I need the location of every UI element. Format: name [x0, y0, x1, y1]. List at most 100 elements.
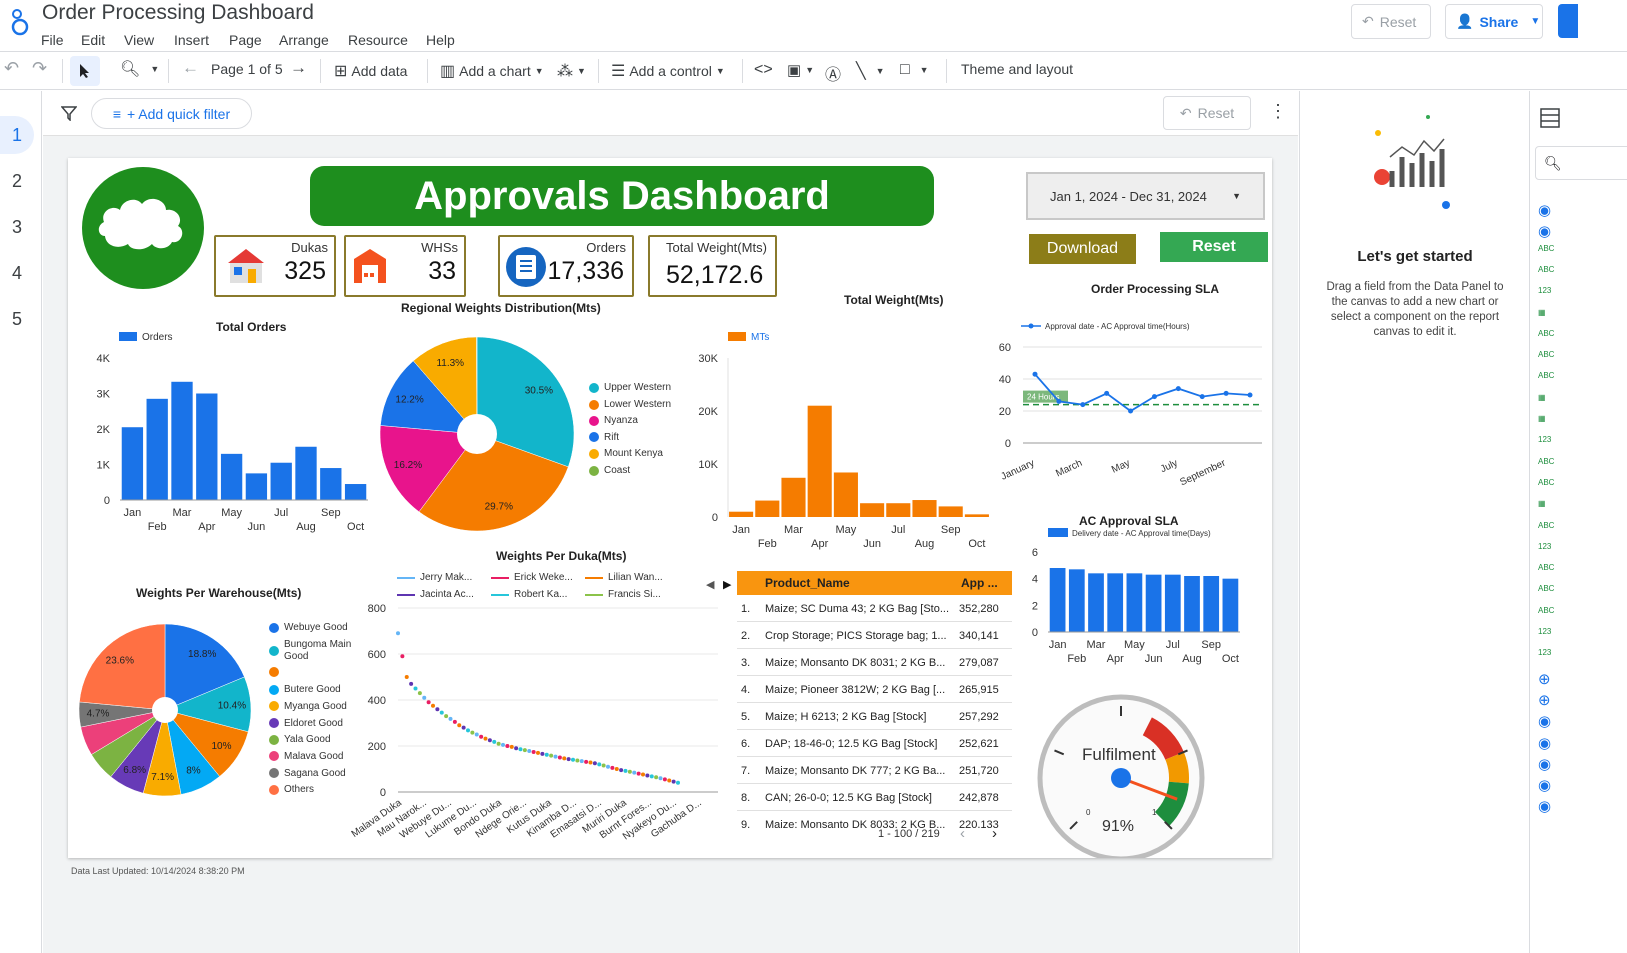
- filter-reset-button[interactable]: ↶ Reset: [1163, 96, 1251, 130]
- warehouse_weights-legend-item[interactable]: Bungoma Main Good: [269, 639, 356, 663]
- menu-file[interactable]: File: [41, 32, 64, 48]
- field-type-icon[interactable]: 123: [1538, 435, 1551, 444]
- share-button[interactable]: 👤 Share ▼: [1445, 4, 1543, 39]
- warehouse_weights-legend-item[interactable]: Others: [269, 784, 314, 795]
- data-source-icon[interactable]: ⊕: [1538, 691, 1551, 709]
- menu-page[interactable]: Page: [229, 32, 262, 48]
- data-panel-icon[interactable]: [1540, 108, 1560, 128]
- warehouse_weights-legend-item[interactable]: Webuye Good: [269, 622, 348, 633]
- page-5[interactable]: 5: [0, 309, 34, 330]
- regional_weights-legend-item[interactable]: Upper Western: [589, 382, 676, 394]
- table-prev-page-icon[interactable]: ‹: [960, 825, 965, 842]
- page-1[interactable]: 1: [0, 125, 34, 146]
- menu-insert[interactable]: Insert: [174, 32, 209, 48]
- page-indicator[interactable]: Page 1 of 5: [211, 61, 283, 77]
- embed-code-icon[interactable]: <>: [754, 61, 773, 79]
- duka-legend-item[interactable]: Robert Ka...: [491, 589, 567, 600]
- duka-legend-item[interactable]: Erick Weke...: [491, 572, 573, 583]
- page-4[interactable]: 4: [0, 263, 34, 284]
- field-type-icon[interactable]: ABC: [1538, 350, 1554, 359]
- field-type-icon[interactable]: 123: [1538, 648, 1551, 657]
- share-dropdown-icon[interactable]: ▼: [1530, 16, 1540, 27]
- warehouse_weights-legend-item[interactable]: [269, 667, 284, 678]
- field-type-icon[interactable]: ABC: [1538, 584, 1554, 593]
- table-scroll-right-icon[interactable]: ▶: [723, 578, 731, 591]
- table-row[interactable]: 7. Maize; Monsanto DK 777; 2 KG Ba... 251,…: [737, 757, 1012, 784]
- data-source-icon[interactable]: ◉: [1538, 755, 1551, 773]
- select-tool-button[interactable]: [70, 56, 100, 86]
- table-row[interactable]: 4. Maize; Pioneer 3812W; 2 KG Bag [... 265…: [737, 676, 1012, 703]
- more-options-icon[interactable]: ⋮: [1269, 101, 1287, 122]
- field-type-icon[interactable]: 123: [1538, 627, 1551, 636]
- regional_weights-legend-item[interactable]: Mount Kenya: [589, 448, 663, 459]
- warehouse_weights-legend-item[interactable]: Myanga Good: [269, 701, 347, 712]
- field-type-icon[interactable]: ABC: [1538, 329, 1554, 338]
- menu-resource[interactable]: Resource: [348, 32, 408, 48]
- previous-page-icon[interactable]: ←: [182, 58, 199, 78]
- table-next-page-icon[interactable]: ›: [992, 825, 997, 842]
- field-type-icon[interactable]: ABC: [1538, 606, 1554, 615]
- menu-arrange[interactable]: Arrange: [279, 32, 329, 48]
- table-row[interactable]: 9. Maize; Monsanto DK 8033; 2 KG B... 220,…: [737, 811, 1012, 828]
- line-icon[interactable]: ╲ ▼: [856, 61, 885, 81]
- page-3[interactable]: 3: [0, 217, 34, 238]
- warehouse_weights-legend-item[interactable]: Butere Good: [269, 684, 341, 695]
- data-source-icon[interactable]: ◉: [1538, 712, 1551, 730]
- menu-help[interactable]: Help: [426, 32, 455, 48]
- looker-studio-logo-icon[interactable]: [8, 6, 30, 36]
- table-scroll-left-icon[interactable]: ◀: [706, 578, 714, 591]
- table-row[interactable]: 2. Crop Storage; PICS Storage bag; 1... 34…: [737, 622, 1012, 649]
- field-type-icon[interactable]: ABC: [1538, 244, 1554, 253]
- add-quick-filter-button[interactable]: ≡ + Add quick filter: [91, 98, 252, 129]
- duka-legend-item[interactable]: Lilian Wan...: [585, 572, 663, 583]
- col-approved[interactable]: App ...: [961, 576, 998, 590]
- shape-icon[interactable]: □ ▼: [900, 61, 929, 79]
- warehouse_weights-legend-item[interactable]: Sagana Good: [269, 768, 346, 779]
- field-type-icon[interactable]: ABC: [1538, 457, 1554, 466]
- table-row[interactable]: 5. Maize; H 6213; 2 KG Bag [Stock] 257,292: [737, 703, 1012, 730]
- data-search-icon[interactable]: 🔍︎: [1535, 146, 1627, 180]
- data-source-icon[interactable]: ◉: [1538, 222, 1551, 240]
- field-type-icon[interactable]: 123: [1538, 286, 1551, 295]
- field-type-icon[interactable]: ▦: [1538, 308, 1546, 317]
- community-visualizations-icon[interactable]: ⁂ ▼: [557, 61, 586, 81]
- image-icon[interactable]: ▣ ▼: [787, 61, 814, 79]
- table-row[interactable]: 8. CAN; 26-0-0; 12.5 KG Bag [Stock] 242,87…: [737, 784, 1012, 811]
- add-data-button[interactable]: ⊞ Add data: [334, 61, 407, 81]
- field-type-icon[interactable]: ▦: [1538, 393, 1546, 402]
- data-source-icon[interactable]: ⊕: [1538, 670, 1551, 688]
- table-row[interactable]: 3. Maize; Monsanto DK 8031; 2 KG B... 279,…: [737, 649, 1012, 676]
- add-chart-button[interactable]: ▥ Add a chart ▼: [440, 61, 544, 81]
- field-type-icon[interactable]: ABC: [1538, 265, 1554, 274]
- data-source-icon[interactable]: ◉: [1538, 201, 1551, 219]
- theme-layout-button[interactable]: Theme and layout: [961, 61, 1073, 77]
- table-row[interactable]: 1. Maize; SC Duma 43; 2 KG Bag [Sto... 352…: [737, 595, 1012, 622]
- header-reset-button[interactable]: ↶ Reset: [1351, 4, 1431, 39]
- page-2[interactable]: 2: [0, 171, 34, 192]
- field-type-icon[interactable]: ABC: [1538, 521, 1554, 530]
- warehouse_weights-legend-item[interactable]: Malava Good: [269, 751, 343, 762]
- duka-legend-item[interactable]: Jacinta Ac...: [397, 589, 474, 600]
- undo-icon[interactable]: ↶: [4, 58, 19, 79]
- data-source-icon[interactable]: ◉: [1538, 734, 1551, 752]
- field-type-icon[interactable]: ▦: [1538, 499, 1546, 508]
- data-source-icon[interactable]: ◉: [1538, 797, 1551, 815]
- table-row[interactable]: 6. DAP; 18-46-0; 12.5 KG Bag [Stock] 252,6…: [737, 730, 1012, 757]
- report-title[interactable]: Order Processing Dashboard: [42, 1, 314, 25]
- field-type-icon[interactable]: 123: [1538, 542, 1551, 551]
- menu-edit[interactable]: Edit: [81, 32, 105, 48]
- filter-icon[interactable]: [61, 105, 77, 121]
- text-box-icon[interactable]: Ⓐ: [825, 61, 841, 85]
- regional_weights-legend-item[interactable]: Nyanza: [589, 415, 638, 426]
- duka-legend-item[interactable]: Francis Si...: [585, 589, 661, 600]
- add-control-button[interactable]: ☰ Add a control ▼: [611, 61, 725, 81]
- warehouse_weights-legend-item[interactable]: Eldoret Good: [269, 718, 343, 729]
- col-product-name[interactable]: Product_Name: [765, 576, 850, 590]
- field-type-icon[interactable]: ▦: [1538, 414, 1546, 423]
- regional_weights-legend-item[interactable]: Rift: [589, 432, 619, 443]
- next-page-icon[interactable]: →: [290, 58, 307, 78]
- field-type-icon[interactable]: ABC: [1538, 371, 1554, 380]
- data-source-icon[interactable]: ◉: [1538, 776, 1551, 794]
- field-type-icon[interactable]: ABC: [1538, 563, 1554, 572]
- duka-legend-item[interactable]: Jerry Mak...: [397, 572, 472, 583]
